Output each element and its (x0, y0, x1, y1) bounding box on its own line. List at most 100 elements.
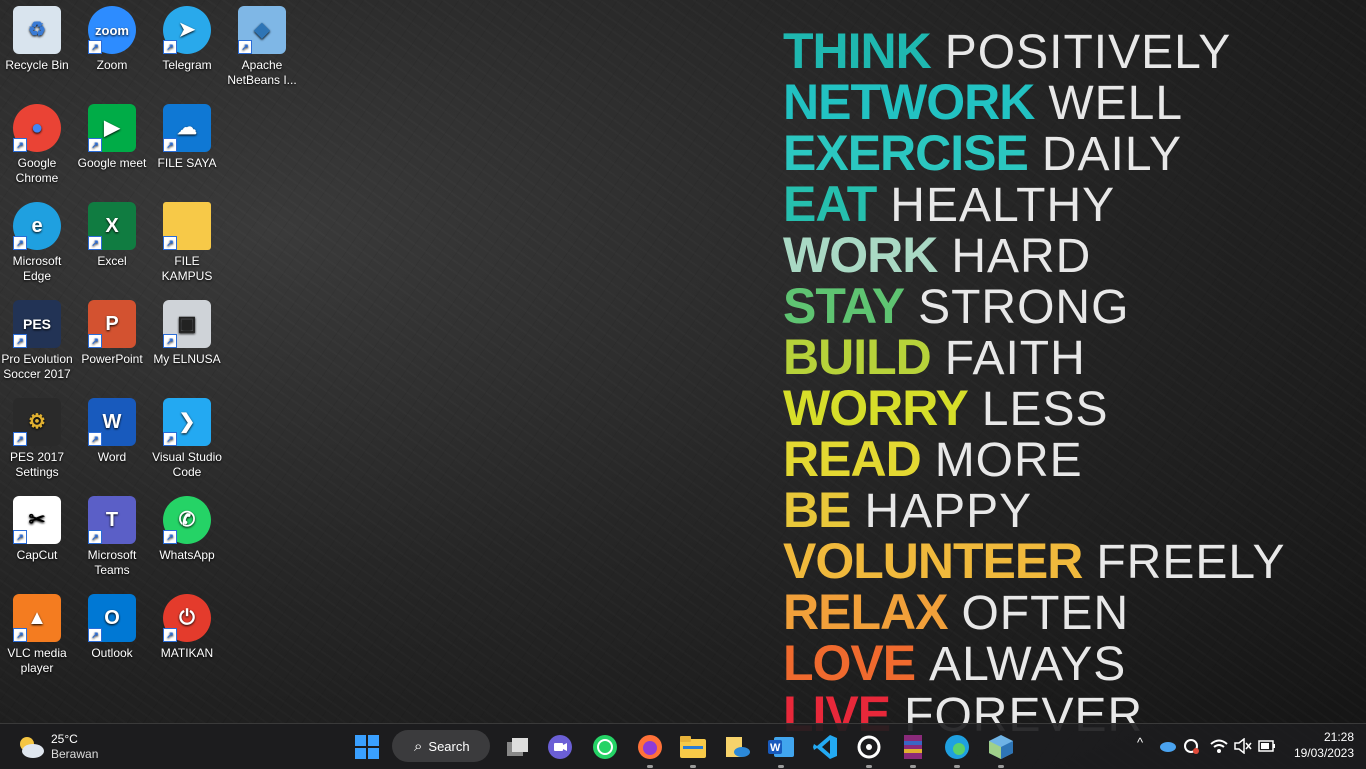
clock-date: 19/03/2023 (1293, 746, 1354, 760)
quote-bold-word: EAT (783, 176, 877, 232)
quote-bold-word: NETWORK (783, 74, 1035, 130)
shortcut-arrow-icon: ↗ (163, 432, 177, 446)
taskbar-teams-chat[interactable] (545, 732, 575, 762)
desktop-icon-recycle-bin[interactable]: ♻ Recycle Bin (0, 0, 74, 73)
taskbar-onedrive-folder[interactable] (722, 732, 752, 762)
shortcut-arrow-icon: ↗ (13, 432, 27, 446)
quote-bold-word: VOLUNTEER (783, 533, 1083, 589)
desktop-icon-zoom[interactable]: zoom ↗ Zoom (75, 0, 149, 73)
shortcut-arrow-icon: ↗ (13, 138, 27, 152)
power-icon: ⏻ ↗ (163, 594, 211, 642)
desktop-icon-power[interactable]: ⏻ ↗ MATIKAN (150, 588, 224, 661)
desktop-icon-whatsapp[interactable]: ✆ ↗ WhatsApp (150, 490, 224, 563)
quote-line: BUILD FAITH (783, 328, 1286, 385)
word-icon: W (768, 737, 794, 757)
taskbar-whatsapp[interactable] (590, 732, 620, 762)
shortcut-arrow-icon: ↗ (88, 628, 102, 642)
teams-chat-icon (548, 735, 572, 759)
volume-muted-icon[interactable] (1234, 738, 1252, 754)
desktop-icon-vscode[interactable]: ❯ ↗ Visual Studio Code (150, 392, 224, 480)
quote-thin-word: FAITH (944, 332, 1086, 385)
battery-charging-icon[interactable] (1258, 739, 1276, 753)
quote-line: EXERCISE DAILY (783, 124, 1286, 181)
desktop-icon-onedrive[interactable]: ☁ ↗ FILE SAYA (150, 98, 224, 171)
taskbar-obs[interactable] (854, 732, 884, 768)
taskbar: 25°C Berawan ⌕ Search W ^ 21:28 19/03/20… (0, 723, 1366, 769)
desktop-icon-powerpoint[interactable]: P ↗ PowerPoint (75, 294, 149, 367)
quote-bold-word: STAY (783, 278, 905, 334)
desktop-icon-google-meet[interactable]: ▶ ↗ Google meet (75, 98, 149, 171)
desktop-icon-label: FILE SAYA (157, 156, 217, 170)
onedrive-tray-icon[interactable] (1158, 740, 1176, 752)
shortcut-arrow-icon: ↗ (13, 628, 27, 642)
quote-bold-word: RELAX (783, 584, 948, 640)
taskbar-winrar[interactable] (898, 732, 928, 768)
quote-thin-word: WELL (1048, 77, 1184, 130)
taskbar-file-explorer[interactable] (678, 732, 708, 768)
quote-bold-word: THINK (783, 23, 932, 79)
whatsapp-icon: ✆ ↗ (163, 496, 211, 544)
desktop-icon-pes-settings[interactable]: ⚙ ↗ PES 2017 Settings (0, 392, 74, 480)
shortcut-arrow-icon: ↗ (88, 334, 102, 348)
clock[interactable]: 21:28 19/03/2023 (1286, 729, 1354, 761)
shortcut-arrow-icon: ↗ (13, 530, 27, 544)
shortcut-arrow-icon: ↗ (163, 236, 177, 250)
desktop-icon-netbeans[interactable]: ◆ ↗ Apache NetBeans I... (225, 0, 299, 88)
shortcut-arrow-icon: ↗ (88, 40, 102, 54)
desktop-icon-chrome[interactable]: ● ↗ Google Chrome (0, 98, 74, 186)
quote-thin-word: OFTEN (961, 587, 1130, 640)
obs-icon (857, 735, 881, 759)
desktop-icon-capcut[interactable]: ✂ ↗ CapCut (0, 490, 74, 563)
show-hidden-icons[interactable]: ^ (1137, 735, 1143, 750)
taskbar-search[interactable]: ⌕ Search (392, 730, 490, 762)
desktop-icon-vlc[interactable]: ▲ ↗ VLC media player (0, 588, 74, 676)
task-view-button[interactable] (502, 732, 532, 762)
taskbar-word[interactable]: W (766, 732, 796, 768)
desktop-icon-label: Telegram (162, 58, 212, 72)
vlc-icon: ▲ ↗ (13, 594, 61, 642)
desktop-icon-folder[interactable]: ↗ FILE KAMPUS (150, 196, 224, 284)
folder-icon: ↗ (163, 202, 211, 250)
shortcut-arrow-icon: ↗ (13, 334, 27, 348)
taskbar-netbeans[interactable] (986, 732, 1016, 768)
winrar-icon (904, 735, 922, 759)
weather-widget[interactable]: 25°C Berawan (14, 730, 124, 764)
sync-icon[interactable] (1182, 737, 1200, 755)
vscode-icon: ❯ ↗ (163, 398, 211, 446)
quote-line: RELAX OFTEN (783, 583, 1286, 640)
desktop-icon-pes[interactable]: PES ↗ Pro Evolution Soccer 2017 (0, 294, 74, 382)
netbeans-icon (989, 735, 1013, 759)
desktop-icon-outlook[interactable]: O ↗ Outlook (75, 588, 149, 661)
shortcut-arrow-icon: ↗ (163, 40, 177, 54)
shortcut-arrow-icon: ↗ (238, 40, 252, 54)
powerpoint-icon: P ↗ (88, 300, 136, 348)
taskbar-firefox[interactable] (635, 732, 665, 768)
shortcut-arrow-icon: ↗ (88, 432, 102, 446)
task-view-icon (507, 738, 528, 756)
desktop-icon-edge[interactable]: e ↗ Microsoft Edge (0, 196, 74, 284)
quote-bold-word: EXERCISE (783, 125, 1029, 181)
shortcut-arrow-icon: ↗ (88, 138, 102, 152)
desktop-icon-monitor[interactable]: ▣ ↗ My ELNUSA (150, 294, 224, 367)
desktop-icon-label: Visual Studio Code (152, 450, 222, 479)
desktop-icon-telegram[interactable]: ➤ ↗ Telegram (150, 0, 224, 73)
desktop-icon-label: PES 2017 Settings (9, 450, 65, 479)
shortcut-arrow-icon: ↗ (13, 236, 27, 250)
taskbar-vscode[interactable] (810, 732, 840, 762)
quote-thin-word: HEALTHY (890, 179, 1116, 232)
quote-line: WORK HARD (783, 226, 1286, 283)
shortcut-arrow-icon: ↗ (163, 138, 177, 152)
vscode-icon (813, 735, 837, 759)
desktop-icon-teams[interactable]: T ↗ Microsoft Teams (75, 490, 149, 578)
start-button[interactable] (352, 732, 382, 762)
quote-line: BE HAPPY (783, 481, 1286, 538)
quote-bold-word: READ (783, 431, 922, 487)
taskbar-edge[interactable] (942, 732, 972, 768)
desktop-icon-word[interactable]: W ↗ Word (75, 392, 149, 465)
quote-line: STAY STRONG (783, 277, 1286, 334)
wifi-icon[interactable] (1210, 738, 1228, 754)
google-meet-icon: ▶ ↗ (88, 104, 136, 152)
desktop-icon-excel[interactable]: X ↗ Excel (75, 196, 149, 269)
quote-thin-word: ALWAYS (929, 638, 1127, 691)
quote-bold-word: WORK (783, 227, 938, 283)
